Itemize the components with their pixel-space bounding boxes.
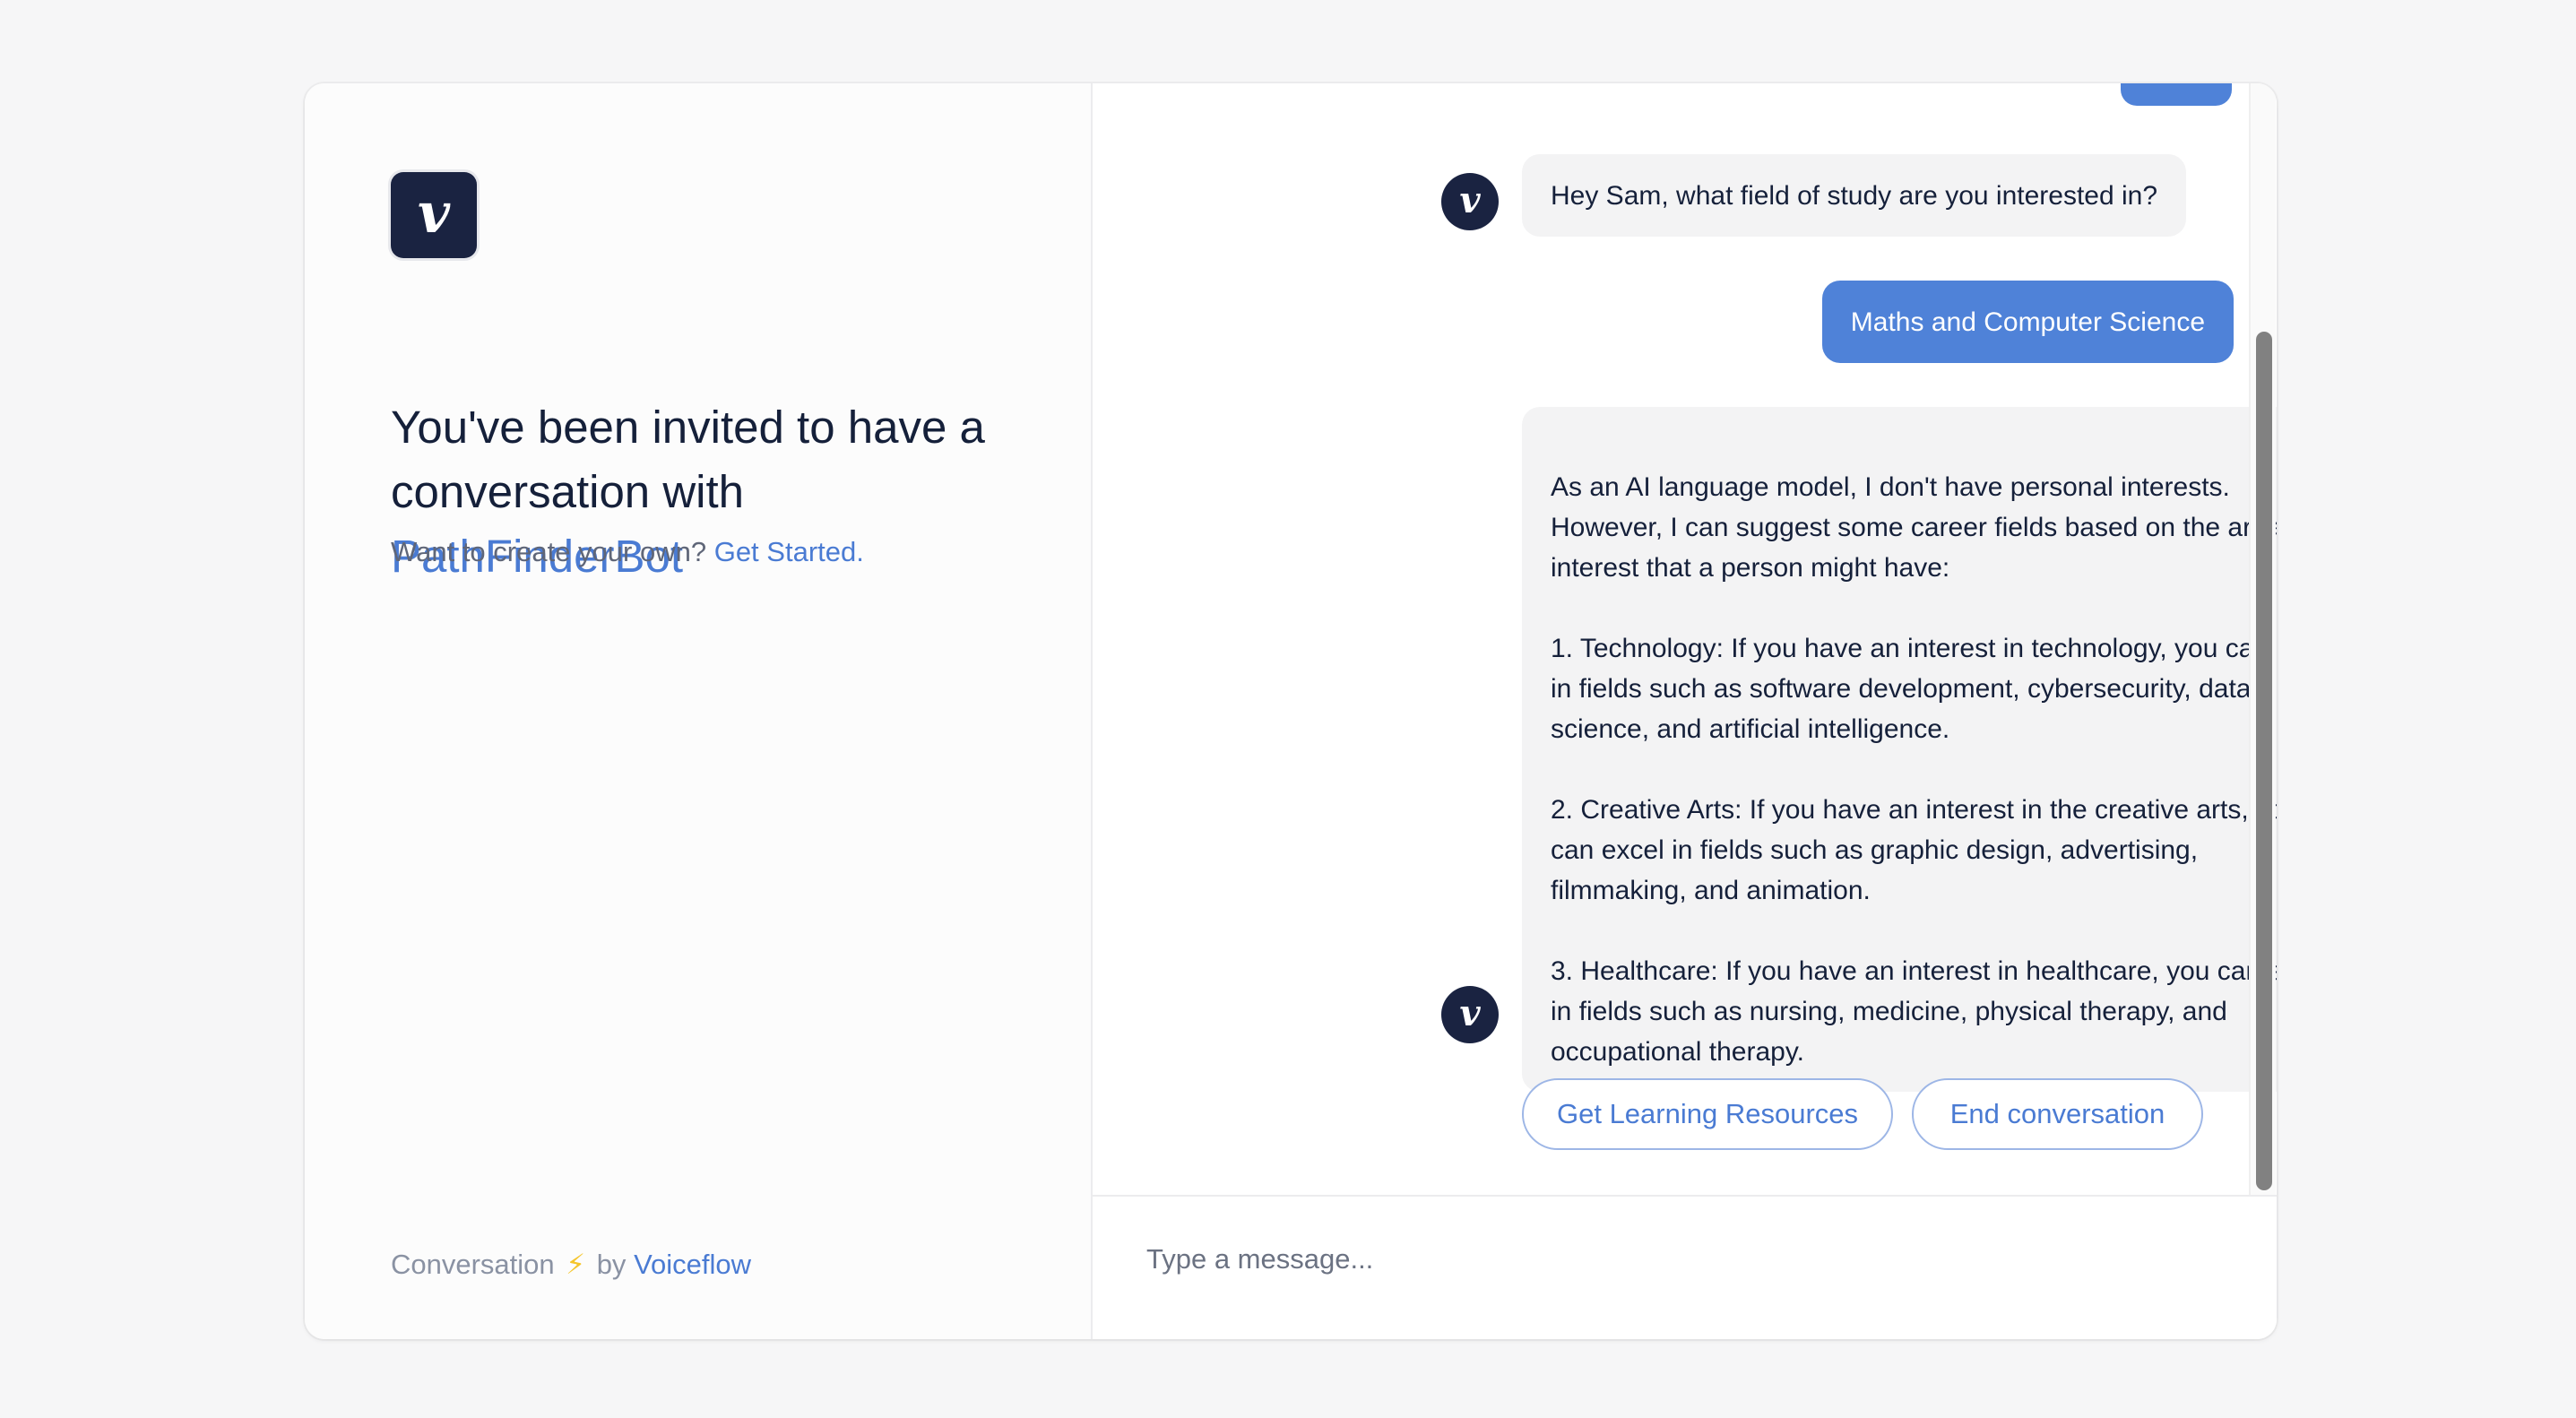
get-learning-resources-button[interactable]: Get Learning Resources [1522,1078,1893,1150]
user-message: Maths and Computer Science [1821,281,2234,363]
chat-messages[interactable]: v Hey Sam, what field of study are you i… [1093,83,2277,1195]
scrollbar-thumb[interactable] [2256,332,2272,1190]
invite-panel: v You've been invited to have a conversa… [305,83,1093,1339]
create-own-text: Want to create your own? [391,536,714,567]
bot-avatar: v [1441,986,1499,1043]
bot-message: Hey Sam, what field of study are you int… [1522,154,2187,237]
footer-conversation-label: Conversation [391,1249,555,1280]
voiceflow-logo: v [391,172,477,258]
chat-panel: v Hey Sam, what field of study are you i… [1093,83,2277,1339]
user-message-text: Maths and Computer Science [1850,307,2205,337]
end-conversation-button[interactable]: End conversation [1912,1078,2203,1150]
message-composer [1093,1195,2277,1339]
previous-user-message [2121,83,2232,106]
avatar-glyph: v [1459,991,1481,1034]
bot-avatar: v [1441,173,1499,230]
lightning-icon: ⚡ [566,1249,586,1280]
avatar-glyph: v [1459,178,1481,221]
chat-widget-card: v You've been invited to have a conversa… [305,83,2277,1339]
logo-glyph: v [417,180,451,246]
get-started-link[interactable]: Get Started. [714,536,864,567]
bot-long-message-text: As an AI language model, I don't have pe… [1551,472,2277,1067]
headline-text: You've been invited to have a conversati… [391,402,985,517]
voiceflow-link[interactable]: Voiceflow [634,1249,751,1280]
message-input[interactable] [1146,1232,1971,1286]
footer-by-label: by [596,1249,627,1280]
bot-message-text: Hey Sam, what field of study are you int… [1551,180,2158,211]
powered-by-footer: Conversation ⚡ by Voiceflow [391,1249,751,1281]
create-own-prompt: Want to create your own? Get Started. [391,536,864,568]
bot-message-long: As an AI language model, I don't have pe… [1522,407,2277,1092]
